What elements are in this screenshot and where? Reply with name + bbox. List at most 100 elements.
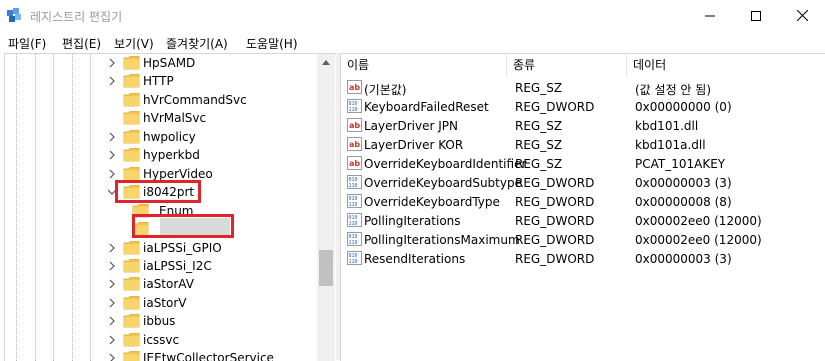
tree-item-label: hVrMalSvc (143, 111, 207, 126)
menu-help[interactable]: 도움말(H) (246, 35, 298, 52)
value-type: REG_SZ (515, 119, 563, 134)
folder-icon (123, 295, 140, 310)
tree-item[interactable]: icssvc (5, 331, 317, 349)
maximize-icon (751, 10, 761, 21)
tree-item[interactable]: hVrMalSvc (5, 109, 317, 127)
value-row[interactable]: 010 110 KeyboardFailedReset REG_DWORD 0x0000… (341, 97, 825, 116)
chevron-right-icon[interactable] (107, 297, 117, 309)
tree-item-label: iaStorV (143, 295, 187, 310)
tree-item[interactable]: ibbus (5, 312, 317, 330)
tree-item-label: ibbus (143, 314, 176, 329)
svg-text:ab: ab (349, 159, 360, 168)
menu-edit[interactable]: 편집(E) (62, 35, 101, 52)
menu-favorites[interactable]: 즐겨찾기(A) (166, 35, 228, 52)
chevron-right-icon[interactable] (107, 57, 117, 69)
minimize-icon (705, 15, 715, 16)
binary-value-icon: 010110 (347, 194, 362, 209)
menu-bar: 파일(F) 편집(E) 보기(V) 즐겨찾기(A) 도움말(H) (0, 31, 825, 53)
chevron-right-icon[interactable] (107, 242, 117, 254)
chevron-right-icon[interactable] (107, 315, 117, 327)
folder-icon (123, 111, 140, 125)
column-header-name[interactable]: 이름 (341, 54, 507, 76)
folder-icon (123, 166, 140, 181)
value-row[interactable]: ab LayerDriver KOR REG_SZ kbd101a.dll (341, 135, 825, 154)
string-value-icon: ab (347, 137, 362, 152)
tree-item[interactable]: iaLPSSi_I2C (5, 257, 317, 275)
values-list-pane[interactable]: 이름 종류 데이터 ab (기본값) REG_SZ (값 설정 안 됨) 010 110 K… (340, 53, 825, 361)
tree-item[interactable]: iaLPSSi_GPIO (5, 239, 317, 257)
chevron-right-icon[interactable] (107, 149, 117, 161)
value-row[interactable]: 010 110 PollingIterationsMaximum REG_DWORD 0… (341, 230, 825, 249)
tree-item[interactable]: hyperkbd (5, 146, 317, 164)
string-value-icon: ab (347, 118, 362, 133)
value-row[interactable]: ab LayerDriver JPN REG_SZ kbd101.dll (341, 116, 825, 135)
tree-item-label: iaStorAV (143, 277, 194, 292)
value-row[interactable]: ab OverrideKeyboardIdentifier REG_SZ PCAT_1… (341, 154, 825, 173)
highlight-box-i8042prt (115, 180, 201, 203)
value-row[interactable]: 010 110 PollingIterations REG_DWORD 0x00002e… (341, 211, 825, 230)
value-type: REG_DWORD (515, 214, 595, 229)
svg-text:ab: ab (349, 140, 360, 149)
value-name: ResendIterations (364, 252, 466, 267)
value-row[interactable]: 010 110 OverrideKeyboardType REG_DWORD 0x000… (341, 192, 825, 211)
binary-value-icon: 010110 (347, 175, 362, 190)
regedit-icon (7, 8, 21, 22)
menu-file[interactable]: 파일(F) (8, 35, 46, 52)
tree-item[interactable]: iaStorAV (5, 275, 317, 293)
svg-text:110: 110 (349, 107, 358, 113)
tree-item[interactable]: HpSAMD (5, 54, 317, 72)
tree-scrollbar[interactable] (317, 54, 335, 361)
value-data: kbd101.dll (635, 119, 699, 134)
tree-item-label: iaLPSSi_GPIO (143, 240, 222, 255)
folder-icon (123, 92, 140, 107)
folder-icon (123, 56, 140, 70)
folder-icon (123, 351, 140, 361)
value-row[interactable]: 010 110 ResendIterations REG_DWORD 0x0000000… (341, 249, 825, 268)
value-data: 0x00000008 (8) (635, 195, 732, 210)
folder-icon (123, 314, 140, 328)
registry-tree-pane[interactable]: HpSAMD HTTP hVrCommandSvc hVrMalSvc hwpolicy… (4, 53, 337, 361)
chevron-right-icon[interactable] (107, 334, 117, 346)
tree-item-label: hwpolicy (143, 129, 196, 144)
tree-item-label: HTTP (143, 74, 174, 89)
tree-item[interactable]: HTTP (5, 72, 317, 90)
svg-text:110: 110 (349, 259, 358, 265)
scroll-thumb[interactable] (319, 250, 333, 286)
value-name: OverrideKeyboardSubtype (364, 176, 522, 191)
column-header-type[interactable]: 종류 (507, 54, 627, 76)
folder-icon (123, 277, 140, 291)
value-data: PCAT_101AKEY (635, 157, 726, 172)
folder-icon (123, 148, 140, 162)
tree-item[interactable]: hwpolicy (5, 128, 317, 146)
minimize-button[interactable] (687, 0, 733, 31)
value-data: 0x00000003 (3) (635, 176, 732, 191)
chevron-right-icon[interactable] (107, 131, 117, 143)
close-button[interactable] (779, 0, 825, 31)
tree-item[interactable]: hVrCommandSvc (5, 91, 317, 109)
tree-item-label: hyperkbd (143, 148, 200, 163)
binary-value-icon: 010110 (347, 99, 362, 114)
svg-text:ab: ab (349, 83, 360, 92)
value-row[interactable]: 010 110 OverrideKeyboardSubtype REG_DWORD 0x… (341, 173, 825, 192)
folder-icon (123, 129, 140, 144)
svg-text:110: 110 (349, 202, 358, 208)
svg-text:110: 110 (349, 221, 358, 227)
tree-item[interactable]: iaStorV (5, 294, 317, 312)
column-header-data[interactable]: 데이터 (627, 54, 825, 76)
menu-view[interactable]: 보기(V) (114, 35, 154, 52)
value-type: REG_DWORD (515, 195, 595, 210)
chevron-right-icon[interactable] (107, 278, 117, 290)
tree-item-label: hVrCommandSvc (143, 92, 247, 107)
binary-value-icon: 010110 (347, 251, 362, 266)
svg-text:110: 110 (349, 240, 358, 246)
chevron-right-icon[interactable] (107, 168, 117, 180)
tree-item[interactable]: IEEtwCollectorService (5, 349, 317, 361)
scroll-up-icon[interactable] (322, 60, 330, 65)
chevron-right-icon[interactable] (107, 75, 117, 87)
folder-icon (123, 259, 140, 273)
window-title: 레지스트리 편집기 (30, 10, 123, 24)
value-type: REG_DWORD (515, 100, 595, 115)
chevron-right-icon[interactable] (107, 260, 117, 272)
value-row[interactable]: ab (기본값) REG_SZ (값 설정 안 됨) (341, 78, 825, 97)
maximize-button[interactable] (733, 0, 779, 31)
